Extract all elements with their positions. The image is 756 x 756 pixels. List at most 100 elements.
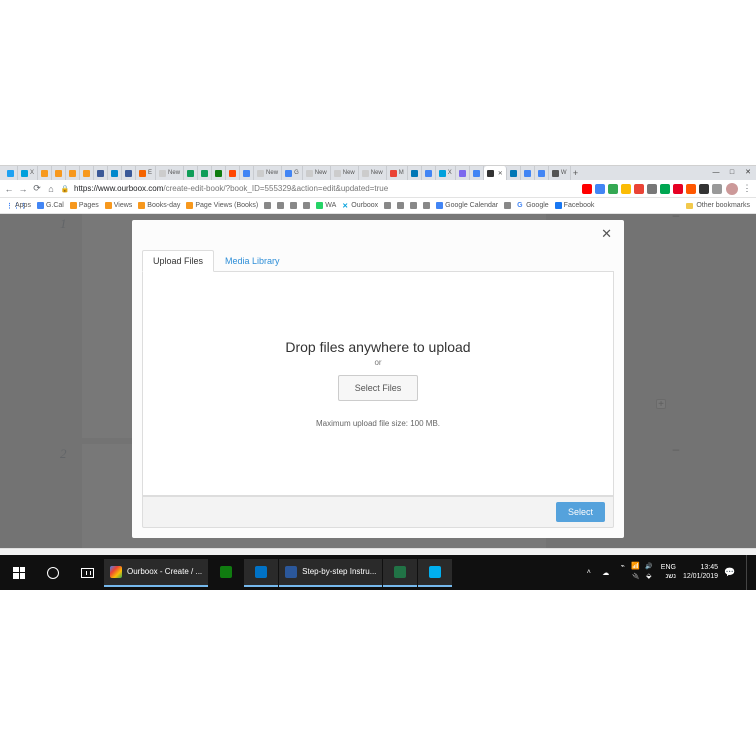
browser-tab[interactable] [521, 166, 535, 180]
taskbar-app[interactable] [383, 559, 417, 587]
task-view-icon[interactable] [70, 555, 104, 590]
browser-tab[interactable]: ✕ [484, 166, 507, 180]
bookmark-item[interactable] [423, 202, 430, 209]
browser-tab[interactable] [4, 166, 18, 180]
browser-tab[interactable]: E [136, 166, 156, 180]
taskbar-app[interactable]: Step-by-step Instru... [279, 559, 382, 587]
bookmark-item[interactable]: ✕Ourboox [342, 202, 378, 209]
browser-tab[interactable] [66, 166, 80, 180]
bookmark-item[interactable]: ⋮⋮⋮Apps [6, 202, 31, 209]
browser-tab[interactable] [212, 166, 226, 180]
bookmark-item[interactable] [264, 202, 271, 209]
extension-icon[interactable] [686, 184, 696, 194]
url-field[interactable]: https://www.ourboox.com/create-edit-book… [74, 184, 578, 193]
extension-icon[interactable] [621, 184, 631, 194]
menu-icon[interactable]: ⋮ [742, 184, 752, 194]
avatar-icon[interactable] [726, 183, 738, 195]
minimize-icon[interactable]: — [708, 166, 724, 180]
tray-chevron-icon[interactable]: ˄ [584, 568, 594, 578]
select-button[interactable]: Select [556, 502, 605, 522]
extension-icon[interactable] [608, 184, 618, 194]
bookmark-item[interactable]: Pages [70, 202, 99, 209]
extension-icon[interactable] [660, 184, 670, 194]
bookmark-item[interactable]: G.Cal [37, 202, 64, 209]
browser-tab[interactable] [198, 166, 212, 180]
bookmark-item[interactable]: Page Views (Books) [186, 202, 258, 209]
browser-tab[interactable]: X [18, 166, 38, 180]
browser-tab[interactable]: New [303, 166, 331, 180]
browser-tab[interactable] [422, 166, 436, 180]
forward-icon[interactable]: → [18, 184, 28, 194]
close-icon[interactable]: ✕ [740, 166, 756, 180]
browser-tab[interactable]: New [359, 166, 387, 180]
browser-tab[interactable]: X [436, 166, 456, 180]
bookmark-item[interactable] [384, 202, 391, 209]
maximize-icon[interactable]: □ [724, 166, 740, 180]
home-icon[interactable]: ⌂ [46, 184, 56, 194]
browser-tab[interactable] [535, 166, 549, 180]
close-icon[interactable]: ✕ [601, 226, 612, 242]
volume-icon[interactable]: 🔊 [644, 563, 654, 573]
bookmark-item[interactable]: WA [316, 202, 336, 209]
clock[interactable]: 13:45 12/01/2019 [683, 564, 718, 580]
browser-tab[interactable]: W [549, 166, 571, 180]
extension-icon[interactable] [582, 184, 592, 194]
bookmark-item[interactable]: Facebook [555, 202, 595, 209]
taskbar-app[interactable] [418, 559, 452, 587]
bookmark-item[interactable]: Views [105, 202, 133, 209]
bookmark-item[interactable] [397, 202, 404, 209]
browser-tab[interactable] [456, 166, 470, 180]
extension-icon[interactable] [595, 184, 605, 194]
browser-tab[interactable] [122, 166, 136, 180]
browser-tab[interactable] [94, 166, 108, 180]
bookmark-item[interactable] [290, 202, 297, 209]
extension-icon[interactable] [647, 184, 657, 194]
bluetooth-icon[interactable]: ⌁ [618, 563, 628, 573]
back-icon[interactable]: ← [4, 184, 14, 194]
other-bookmarks[interactable]: Other bookmarks [686, 202, 750, 209]
browser-tab[interactable] [108, 166, 122, 180]
taskbar-app[interactable] [209, 559, 243, 587]
bookmark-item[interactable]: GGoogle [517, 202, 549, 209]
language-indicator[interactable]: ENG נשנ [661, 564, 676, 580]
browser-tab[interactable]: New [331, 166, 359, 180]
taskbar-app[interactable] [244, 559, 278, 587]
onedrive-icon[interactable]: ☁ [601, 568, 611, 578]
bookmark-item[interactable] [504, 202, 511, 209]
wifi-icon[interactable]: 📶 [631, 563, 641, 573]
browser-tab[interactable]: M [387, 166, 408, 180]
browser-tab[interactable] [470, 166, 484, 180]
extension-icon[interactable] [673, 184, 683, 194]
browser-tab[interactable]: G [282, 166, 303, 180]
browser-tab[interactable]: New [254, 166, 282, 180]
bookmark-item[interactable]: Google Calendar [436, 202, 498, 209]
extension-icon[interactable] [699, 184, 709, 194]
bookmark-item[interactable] [277, 202, 284, 209]
battery-icon[interactable]: 🔌 [631, 573, 641, 583]
browser-tab[interactable] [38, 166, 52, 180]
upload-dropzone[interactable]: Drop files anywhere to upload or Select … [142, 272, 614, 496]
dropbox-icon[interactable]: ⬙ [644, 573, 654, 583]
browser-tab[interactable] [507, 166, 521, 180]
browser-tab[interactable] [80, 166, 94, 180]
tab-upload-files[interactable]: Upload Files [142, 250, 214, 272]
reload-icon[interactable]: ⟳ [32, 184, 42, 194]
extension-icon[interactable] [712, 184, 722, 194]
bookmark-item[interactable] [303, 202, 310, 209]
bookmark-item[interactable] [410, 202, 417, 209]
close-tab-icon[interactable]: ✕ [498, 170, 503, 177]
browser-tab[interactable] [240, 166, 254, 180]
select-files-button[interactable]: Select Files [338, 375, 419, 401]
browser-tab[interactable] [408, 166, 422, 180]
start-icon[interactable] [2, 555, 36, 590]
browser-tab[interactable] [52, 166, 66, 180]
browser-tab[interactable]: New [156, 166, 184, 180]
new-tab-button[interactable]: + [571, 166, 581, 180]
tab-media-library[interactable]: Media Library [214, 250, 291, 272]
extension-icon[interactable] [634, 184, 644, 194]
browser-tab[interactable] [184, 166, 198, 180]
browser-tab[interactable] [226, 166, 240, 180]
show-desktop[interactable] [746, 555, 750, 590]
cortana-icon[interactable] [36, 555, 70, 590]
notifications-icon[interactable]: 💬 [725, 568, 735, 578]
